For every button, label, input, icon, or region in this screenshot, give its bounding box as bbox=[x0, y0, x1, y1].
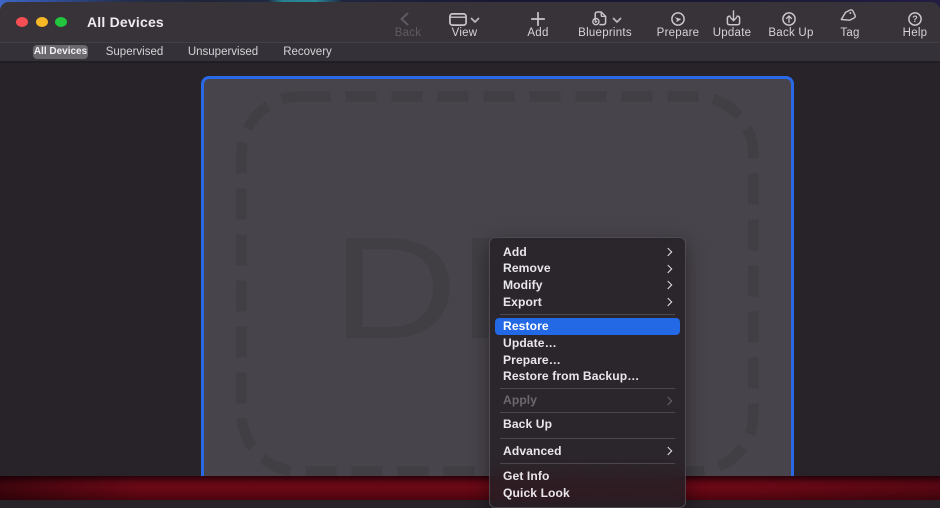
svg-text:?: ? bbox=[912, 14, 918, 24]
